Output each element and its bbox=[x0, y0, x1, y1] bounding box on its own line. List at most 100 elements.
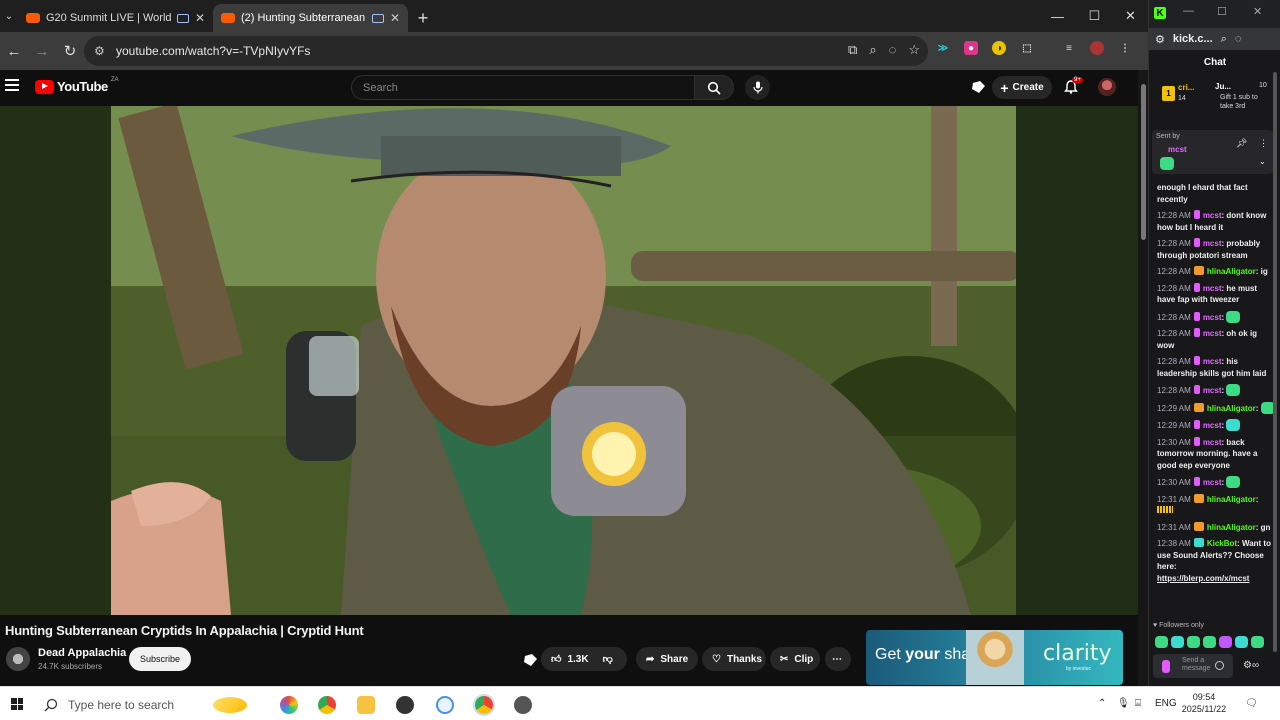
snipping-tool-icon[interactable] bbox=[436, 696, 454, 714]
back-button[interactable]: ← bbox=[0, 37, 28, 65]
obs-app-icon[interactable] bbox=[396, 696, 414, 714]
chrome-app-icon[interactable] bbox=[318, 696, 336, 714]
media-controls-icon[interactable]: ≡ bbox=[1062, 41, 1076, 55]
pin-icon[interactable]: 📌︎ bbox=[1236, 138, 1247, 149]
browser-tab-g20[interactable]: G20 Summit LIVE | World Le ✕ bbox=[18, 4, 213, 32]
thanks-button[interactable]: ♡ Thanks bbox=[702, 647, 766, 671]
chat-message-input[interactable]: Send a message bbox=[1153, 654, 1233, 678]
file-explorer-icon[interactable] bbox=[357, 696, 375, 714]
message-username[interactable]: hlinaAligator bbox=[1207, 267, 1256, 276]
message-username[interactable]: mcst bbox=[1203, 478, 1222, 487]
emote-button[interactable] bbox=[1187, 636, 1200, 648]
extension-pink-icon[interactable]: ● bbox=[964, 41, 978, 55]
ad-banner[interactable]: Get your share clarity by investec bbox=[866, 630, 1123, 685]
profile-avatar-icon[interactable] bbox=[1090, 41, 1104, 55]
browser-tab-hunting[interactable]: (2) Hunting Subterranean C ✕ bbox=[213, 4, 408, 32]
address-bar[interactable]: ⚙ youtube.com/watch?v=-TVpNIyvYFs ⧉ ⌕ ◌ … bbox=[84, 36, 928, 66]
message-username[interactable]: hlinaAligator bbox=[1207, 404, 1256, 413]
emote-button[interactable] bbox=[1235, 636, 1248, 648]
chat-window-urlbar[interactable]: ⚙ kick.c... ⌕ ◌ bbox=[1149, 28, 1280, 50]
site-settings-icon[interactable]: ⚙ bbox=[1155, 33, 1165, 46]
zoom-icon[interactable]: ⌕ bbox=[1221, 33, 1227, 46]
close-tab-icon[interactable]: ✕ bbox=[390, 11, 400, 25]
app-icon[interactable] bbox=[514, 696, 532, 714]
open-in-app-icon[interactable]: ⧉ bbox=[848, 42, 857, 58]
message-username[interactable]: hlinaAligator bbox=[1207, 495, 1256, 504]
chat-scrollbar[interactable] bbox=[1272, 72, 1278, 678]
chat-minimize-button[interactable]: — bbox=[1183, 5, 1194, 17]
expand-chevron-icon[interactable]: ⌄ bbox=[1259, 157, 1266, 166]
emote-button[interactable] bbox=[1219, 636, 1232, 648]
emote-button[interactable] bbox=[1203, 636, 1216, 648]
taskbar-clock[interactable]: 09:54 2025/11/22 bbox=[1181, 691, 1227, 715]
extension-yellow-icon[interactable]: ◑ bbox=[992, 41, 1006, 55]
emote-button[interactable] bbox=[1171, 636, 1184, 648]
language-indicator[interactable]: ENG bbox=[1155, 698, 1177, 709]
copilot-app-icon[interactable] bbox=[280, 696, 298, 714]
bookmark-star-icon[interactable]: ☆ bbox=[908, 42, 920, 58]
message-username[interactable]: mcst bbox=[1203, 313, 1222, 322]
new-tab-button[interactable]: + bbox=[408, 4, 438, 32]
site-info-icon[interactable]: ⚙ bbox=[94, 44, 116, 58]
message-username[interactable]: KickBot bbox=[1207, 539, 1237, 548]
message-username[interactable]: mcst bbox=[1203, 357, 1222, 366]
network-icon[interactable]: ⌸ bbox=[1135, 698, 1141, 709]
pinned-message[interactable]: Sent by mcst 📌︎ ⋮ ⌄ bbox=[1152, 130, 1273, 174]
like-count[interactable]: 1.3K bbox=[567, 654, 588, 665]
chat-settings-icon[interactable]: ⚙∞ bbox=[1243, 660, 1259, 671]
share-button[interactable]: ➦ Share bbox=[636, 647, 698, 671]
youtube-search-input[interactable]: Search bbox=[351, 75, 695, 100]
emoji-reaction-button[interactable] bbox=[523, 653, 539, 667]
more-actions-button[interactable]: ⋯ bbox=[825, 647, 851, 671]
microphone-tray-icon[interactable]: 🎙︎ bbox=[1117, 698, 1130, 709]
chrome-active-app-icon[interactable] bbox=[475, 696, 493, 714]
chat-close-button[interactable]: ✕ bbox=[1253, 5, 1262, 18]
message-username[interactable]: mcst bbox=[1203, 438, 1222, 447]
youtube-logo[interactable]: YouTube ZA bbox=[35, 77, 119, 94]
voice-search-button[interactable] bbox=[745, 75, 770, 100]
message-link[interactable]: https://blerp.com/x/mcst bbox=[1157, 574, 1249, 583]
video-player[interactable] bbox=[0, 106, 1138, 615]
subscribe-button[interactable]: Subscribe bbox=[129, 647, 191, 671]
windows-start-icon[interactable] bbox=[11, 698, 23, 710]
tracking-icon[interactable]: ◌ bbox=[1235, 33, 1242, 45]
like-icon[interactable]: 👍︎ bbox=[551, 653, 561, 665]
emoji-picker-icon[interactable] bbox=[1215, 661, 1224, 670]
maximize-button[interactable]: ☐ bbox=[1076, 0, 1113, 32]
zoom-icon[interactable]: ⌕ bbox=[869, 42, 876, 58]
tray-overflow-icon[interactable]: ⌃ bbox=[1098, 698, 1106, 709]
notifications-icon[interactable]: 🗨︎ bbox=[1245, 698, 1258, 709]
message-username[interactable]: mcst bbox=[1203, 284, 1222, 293]
clip-button[interactable]: ✂ Clip bbox=[770, 647, 820, 671]
pinned-options-icon[interactable]: ⋮ bbox=[1259, 138, 1268, 149]
message-username[interactable]: mcst bbox=[1203, 329, 1222, 338]
close-tab-icon[interactable]: ✕ bbox=[195, 11, 205, 25]
channel-avatar[interactable] bbox=[6, 647, 30, 671]
extensions-puzzle-icon[interactable]: ⬚ bbox=[1020, 41, 1034, 55]
close-window-button[interactable]: ✕ bbox=[1112, 0, 1149, 32]
chat-maximize-button[interactable]: ☐ bbox=[1217, 5, 1227, 18]
menu-hamburger-icon[interactable] bbox=[5, 79, 19, 91]
channel-name[interactable]: Dead Appalachia bbox=[38, 647, 126, 659]
reload-button[interactable]: ↻ bbox=[56, 37, 84, 65]
browser-menu-icon[interactable]: ⋮ bbox=[1118, 41, 1132, 55]
account-avatar[interactable] bbox=[1098, 78, 1116, 96]
message-username[interactable]: mcst bbox=[1203, 239, 1222, 248]
search-highlight-icon[interactable] bbox=[213, 697, 247, 713]
page-scrollbar[interactable] bbox=[1138, 70, 1148, 686]
emoji-reactions-icon[interactable] bbox=[971, 80, 987, 94]
tracking-blocked-icon[interactable]: ◌ bbox=[889, 42, 897, 58]
create-button[interactable]: + Create bbox=[992, 76, 1052, 99]
extension-7tv-icon[interactable]: ≫ bbox=[936, 41, 950, 55]
emote-button[interactable] bbox=[1251, 636, 1264, 648]
message-username[interactable]: hlinaAligator bbox=[1207, 523, 1256, 532]
search-button[interactable] bbox=[694, 75, 734, 100]
message-username[interactable]: mcst bbox=[1203, 386, 1222, 395]
minimize-button[interactable]: — bbox=[1039, 0, 1076, 32]
message-username[interactable]: mcst bbox=[1203, 421, 1222, 430]
scrollbar-thumb[interactable] bbox=[1141, 84, 1146, 240]
forward-button[interactable]: → bbox=[28, 37, 56, 65]
emote-button[interactable] bbox=[1155, 636, 1168, 648]
chat-scrollbar-thumb[interactable] bbox=[1273, 72, 1277, 652]
tab-search-chevron-icon[interactable]: ⌄ bbox=[0, 0, 18, 32]
